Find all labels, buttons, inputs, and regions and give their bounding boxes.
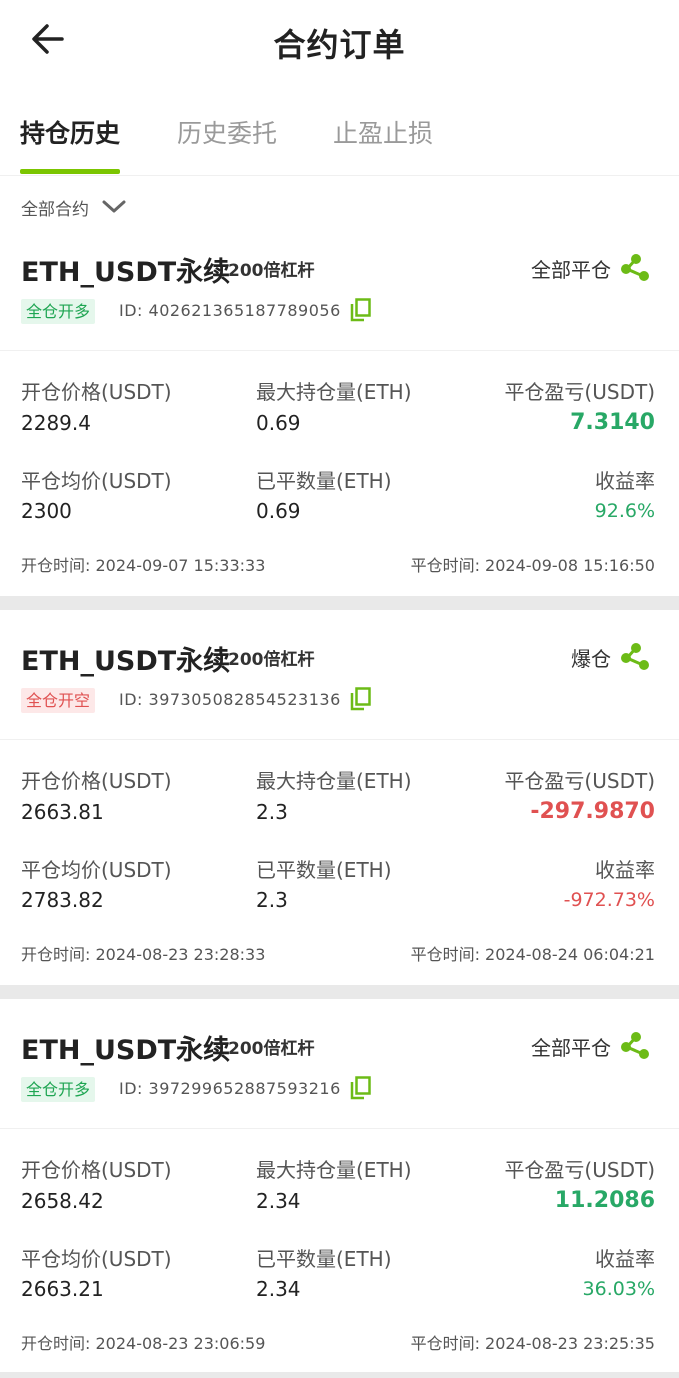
contract-filter-label: 全部合约	[21, 199, 89, 220]
open-price-label: 开仓价格(USDT)	[21, 380, 172, 404]
close-status: 全部平仓	[531, 1036, 611, 1060]
divider	[0, 1128, 679, 1129]
close-time: 平仓时间: 2024-08-24 06:04:21	[410, 945, 655, 964]
return-rate-label: 收益率	[595, 1247, 655, 1271]
close-avg-label: 平仓均价(USDT)	[21, 858, 172, 882]
share-icon[interactable]	[620, 641, 650, 671]
max-position-value: 2.3	[256, 800, 288, 824]
open-price-value: 2658.42	[21, 1189, 104, 1213]
close-status: 爆仓	[571, 647, 611, 671]
card-separator	[0, 1372, 679, 1378]
tab-order-history[interactable]: 历史委托	[177, 114, 277, 150]
order-id: ID: 397299652887593216	[119, 1079, 341, 1098]
close-pnl-value: -297.9870	[530, 799, 655, 824]
tab-bar: 持仓历史 历史委托 止盈止损	[0, 96, 679, 176]
close-avg-value: 2783.82	[21, 888, 104, 912]
leverage-label: 200倍杠杆	[228, 650, 315, 670]
close-avg-label: 平仓均价(USDT)	[21, 469, 172, 493]
return-rate-label: 收益率	[595, 858, 655, 882]
closed-qty-label: 已平数量(ETH)	[256, 469, 392, 493]
contract-pair: ETH_USDT永续	[21, 646, 231, 677]
open-time: 开仓时间: 2024-08-23 23:28:33	[21, 945, 266, 964]
closed-qty-value: 0.69	[256, 499, 301, 523]
contract-pair: ETH_USDT永续	[21, 257, 231, 288]
leverage-label: 200倍杠杆	[228, 261, 315, 281]
close-avg-value: 2300	[21, 499, 72, 523]
return-rate-label: 收益率	[595, 469, 655, 493]
copy-icon[interactable]	[350, 687, 372, 711]
close-time: 平仓时间: 2024-09-08 15:16:50	[410, 556, 655, 575]
active-tab-indicator	[20, 169, 120, 174]
position-side-badge: 全仓开空	[21, 688, 96, 713]
share-icon[interactable]	[620, 252, 650, 282]
close-pnl-label: 平仓盈亏(USDT)	[504, 1158, 655, 1182]
leverage-label: 200倍杠杆	[228, 1039, 315, 1059]
chevron-down-icon	[102, 200, 126, 213]
divider	[0, 350, 679, 351]
position-side-badge: 全仓开多	[21, 1077, 96, 1102]
order-id: ID: 397305082854523136	[119, 690, 341, 709]
open-time: 开仓时间: 2024-09-07 15:33:33	[21, 556, 266, 575]
close-pnl-value: 7.3140	[570, 410, 655, 435]
close-time: 平仓时间: 2024-08-23 23:25:35	[410, 1334, 655, 1353]
page-title: 合约订单	[273, 26, 406, 64]
share-icon[interactable]	[620, 1030, 650, 1060]
divider	[0, 739, 679, 740]
contract-filter-dropdown[interactable]: 全部合约	[21, 194, 127, 220]
close-pnl-value: 11.2086	[554, 1188, 655, 1213]
position-side-badge: 全仓开多	[21, 299, 96, 324]
copy-icon[interactable]	[350, 1076, 372, 1100]
max-position-label: 最大持仓量(ETH)	[256, 380, 412, 404]
closed-qty-label: 已平数量(ETH)	[256, 1247, 392, 1271]
order-card: ETH_USDT永续 200倍杠杆 全部平仓 全仓开多 ID: 39729965…	[0, 1016, 679, 1378]
closed-qty-value: 2.34	[256, 1277, 301, 1301]
card-separator	[0, 596, 679, 610]
max-position-label: 最大持仓量(ETH)	[256, 769, 412, 793]
tab-tp-sl[interactable]: 止盈止损	[333, 114, 433, 150]
return-rate-value: 36.03%	[582, 1278, 655, 1300]
order-card: ETH_USDT永续 200倍杠杆 爆仓 全仓开空 ID: 3973050828…	[0, 627, 679, 1002]
close-pnl-label: 平仓盈亏(USDT)	[504, 769, 655, 793]
open-price-label: 开仓价格(USDT)	[21, 769, 172, 793]
open-price-value: 2289.4	[21, 411, 91, 435]
max-position-value: 2.34	[256, 1189, 301, 1213]
closed-qty-value: 2.3	[256, 888, 288, 912]
open-price-label: 开仓价格(USDT)	[21, 1158, 172, 1182]
close-avg-label: 平仓均价(USDT)	[21, 1247, 172, 1271]
tab-position-history[interactable]: 持仓历史	[20, 114, 120, 150]
contract-pair: ETH_USDT永续	[21, 1035, 231, 1066]
return-rate-value: -972.73%	[563, 889, 655, 911]
max-position-value: 0.69	[256, 411, 301, 435]
close-status: 全部平仓	[531, 258, 611, 282]
order-card: ETH_USDT永续 200倍杠杆 全部平仓 全仓开多 ID: 40262136…	[0, 238, 679, 613]
return-rate-value: 92.6%	[594, 500, 655, 522]
card-separator	[0, 985, 679, 999]
max-position-label: 最大持仓量(ETH)	[256, 1158, 412, 1182]
open-price-value: 2663.81	[21, 800, 104, 824]
order-id: ID: 402621365187789056	[119, 301, 341, 320]
top-bar: 合约订单	[0, 0, 679, 80]
copy-icon[interactable]	[350, 298, 372, 322]
open-time: 开仓时间: 2024-08-23 23:06:59	[21, 1334, 266, 1353]
closed-qty-label: 已平数量(ETH)	[256, 858, 392, 882]
close-pnl-label: 平仓盈亏(USDT)	[504, 380, 655, 404]
close-avg-value: 2663.21	[21, 1277, 104, 1301]
